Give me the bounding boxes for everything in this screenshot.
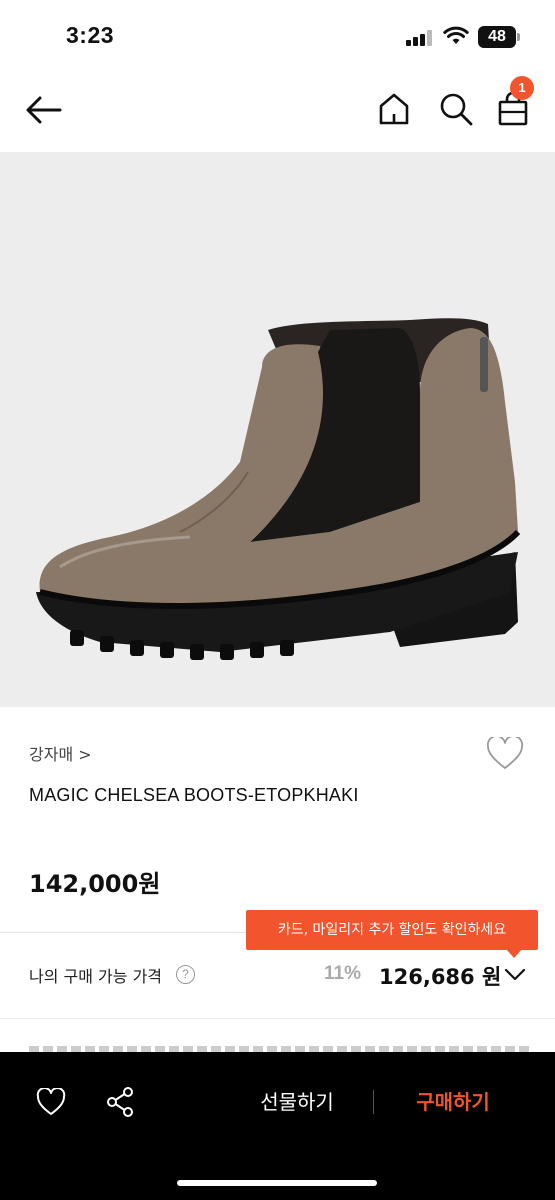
search-icon[interactable] [439, 92, 473, 126]
product-name: MAGIC CHELSEA BOOTS-ETOPKHAKI [29, 785, 359, 805]
status-time: 3:23 [66, 22, 115, 48]
info-icon[interactable]: ? [176, 965, 195, 984]
promo-tooltip: 카드, 마일리지 추가 할인도 확인하세요 [246, 910, 538, 950]
status-bar: 3:23 48 [0, 0, 555, 70]
home-icon[interactable] [378, 92, 410, 126]
cart-count-badge: 1 [510, 76, 534, 100]
back-arrow-icon[interactable] [24, 94, 62, 126]
tooltip-tail [506, 949, 522, 958]
heart-icon[interactable] [36, 1088, 66, 1116]
chevron-down-icon[interactable] [503, 966, 527, 982]
chelsea-boot-image [36, 318, 521, 660]
purchasable-price-label: 나의 구매 가능 가격 [29, 967, 163, 986]
heart-icon[interactable] [486, 737, 524, 771]
battery-icon: 48 [478, 26, 516, 48]
signal-icon [406, 30, 434, 46]
product-image[interactable] [0, 152, 555, 707]
buy-button[interactable]: 구매하기 [396, 1084, 510, 1120]
home-indicator[interactable] [177, 1180, 377, 1186]
wifi-icon [443, 26, 469, 44]
bottom-action-bar [0, 1052, 555, 1200]
brand-link[interactable]: 강자매 > [29, 741, 92, 765]
section-divider [0, 1018, 555, 1019]
button-divider [373, 1090, 374, 1114]
discounted-price: 126,686 원 [379, 965, 502, 989]
gift-button[interactable]: 선물하기 [240, 1084, 354, 1120]
discount-rate: 11% [324, 963, 361, 984]
share-icon[interactable] [105, 1086, 135, 1118]
product-price: 142,000원 [29, 870, 161, 898]
nav-bar [0, 70, 555, 152]
section-divider [0, 932, 250, 933]
battery-cap [517, 33, 520, 41]
